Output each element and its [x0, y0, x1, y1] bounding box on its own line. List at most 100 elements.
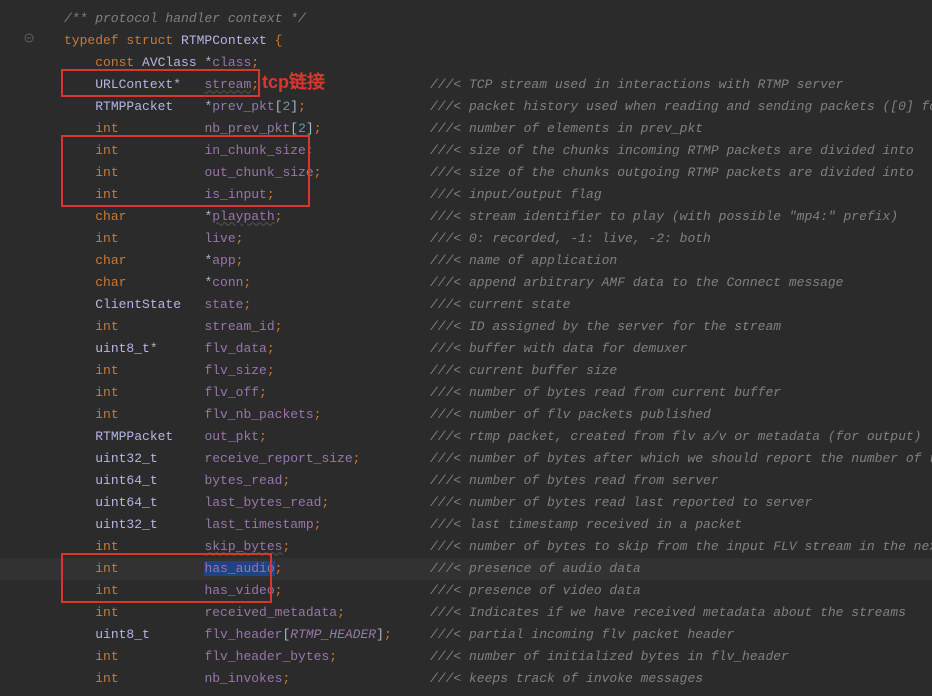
code-token: URLContext: [95, 77, 173, 92]
line-comment: ///< stream identifier to play (with pos…: [430, 206, 898, 228]
code-line[interactable]: uint8_t* flv_data;///< buffer with data …: [20, 338, 932, 360]
code-line[interactable]: int is_input;///< input/output flag: [20, 184, 932, 206]
code-token: live: [204, 231, 235, 246]
code-line[interactable]: int flv_nb_packets;///< number of flv pa…: [20, 404, 932, 426]
code-line[interactable]: uint64_t last_bytes_read;///< number of …: [20, 492, 932, 514]
code-line[interactable]: char *playpath;///< stream identifier to…: [20, 206, 932, 228]
code-token: int: [95, 407, 204, 422]
code-token: stream_id: [204, 319, 274, 334]
code-token: in_chunk_size: [204, 143, 305, 158]
code-line[interactable]: uint32_t receive_report_size;///< number…: [20, 448, 932, 470]
code-token: ;: [314, 517, 322, 532]
code-line[interactable]: /** protocol handler context */: [20, 8, 932, 30]
code-token: stream: [204, 77, 251, 92]
line-comment: ///< size of the chunks outgoing RTMP pa…: [430, 162, 914, 184]
code-line[interactable]: URLContext* stream;///< TCP stream used …: [20, 74, 932, 96]
code-line[interactable]: char *app;///< name of application: [20, 250, 932, 272]
code-token: uint8_t: [95, 341, 150, 356]
code-token: ]: [290, 99, 298, 114]
code-token: ;: [275, 319, 283, 334]
code-line[interactable]: int flv_header_bytes;///< number of init…: [20, 646, 932, 668]
code-token: has_video: [204, 583, 274, 598]
code-token: ;: [306, 143, 314, 158]
code-token: ;: [243, 275, 251, 290]
code-token: struct: [126, 33, 181, 48]
code-line[interactable]: RTMPPacket out_pkt;///< rtmp packet, cre…: [20, 426, 932, 448]
code-token: flv_header: [204, 627, 282, 642]
code-token: int: [95, 385, 204, 400]
code-token: is_input: [204, 187, 266, 202]
line-comment: ///< number of elements in prev_pkt: [430, 118, 703, 140]
code-token: nb_prev_pkt: [204, 121, 290, 136]
code-token: ;: [384, 627, 392, 642]
code-line[interactable]: int flv_size;///< current buffer size: [20, 360, 932, 382]
code-line[interactable]: typedef struct RTMPContext {: [20, 30, 932, 52]
code-line[interactable]: int skip_bytes;///< number of bytes to s…: [20, 536, 932, 558]
code-line[interactable]: int nb_invokes;///< keeps track of invok…: [20, 668, 932, 690]
code-line[interactable]: uint64_t bytes_read;///< number of bytes…: [20, 470, 932, 492]
code-token: last_timestamp: [204, 517, 313, 532]
code-token: ;: [321, 495, 329, 510]
code-token: received_metadata: [204, 605, 337, 620]
code-line[interactable]: int nb_prev_pkt[2];///< number of elemen…: [20, 118, 932, 140]
line-comment: ///< current buffer size: [430, 360, 617, 382]
code-editor[interactable]: tcp链接 /** protocol handler context */typ…: [0, 0, 932, 690]
code-token: uint32_t: [95, 451, 204, 466]
code-token: ;: [236, 231, 244, 246]
code-token: ;: [267, 341, 275, 356]
code-token: ;: [314, 165, 322, 180]
code-line[interactable]: int out_chunk_size;///< size of the chun…: [20, 162, 932, 184]
code-token: ;: [259, 429, 267, 444]
code-token: ;: [282, 539, 290, 554]
code-line[interactable]: int has_audio;///< presence of audio dat…: [20, 558, 932, 580]
code-token: out_pkt: [204, 429, 259, 444]
line-comment: ///< number of bytes to skip from the in…: [430, 536, 932, 558]
code-line[interactable]: int flv_off;///< number of bytes read fr…: [20, 382, 932, 404]
line-comment: ///< 0: recorded, -1: live, -2: both: [430, 228, 711, 250]
code-line[interactable]: uint32_t last_timestamp; ///< last timest…: [20, 514, 932, 536]
code-line[interactable]: RTMPPacket *prev_pkt[2];///< packet hist…: [20, 96, 932, 118]
code-token: uint32_t: [95, 517, 204, 532]
line-comment: ///< rtmp packet, created from flv a/v o…: [430, 426, 921, 448]
line-comment: ///< number of bytes after which we shou…: [430, 448, 932, 470]
line-comment: ///< TCP stream used in interactions wit…: [430, 74, 843, 96]
code-token: ;: [275, 209, 283, 224]
code-token: uint64_t: [95, 495, 204, 510]
line-comment: ///< input/output flag: [430, 184, 602, 206]
code-token: RTMPContext: [181, 33, 275, 48]
line-comment: ///< size of the chunks incoming RTMP pa…: [430, 140, 914, 162]
code-token: char: [95, 253, 204, 268]
code-line[interactable]: int stream_id;///< ID assigned by the se…: [20, 316, 932, 338]
code-line[interactable]: int has_video;///< presence of video dat…: [20, 580, 932, 602]
code-line[interactable]: int in_chunk_size; ///< size of the chunk…: [20, 140, 932, 162]
code-token: ;: [329, 649, 337, 664]
code-line[interactable]: int received_metadata;///< Indicates if …: [20, 602, 932, 624]
code-token: int: [95, 539, 204, 554]
code-line[interactable]: const AVClass *class;: [20, 52, 932, 74]
code-token: int: [95, 143, 204, 158]
code-token: ;: [275, 583, 283, 598]
code-token: ;: [314, 407, 322, 422]
code-token: int: [95, 319, 204, 334]
code-line[interactable]: ClientState state;///< current state: [20, 294, 932, 316]
code-token: 2: [298, 121, 306, 136]
code-token: flv_data: [204, 341, 266, 356]
code-token: int: [95, 649, 204, 664]
fold-toggle-icon[interactable]: [24, 33, 38, 47]
code-line[interactable]: char *conn;///< append arbitrary AMF dat…: [20, 272, 932, 294]
code-token: int: [95, 121, 204, 136]
line-comment: ///< last timestamp received in a packet: [430, 514, 742, 536]
code-token: nb_invokes: [204, 671, 282, 686]
code-token: uint64_t: [95, 473, 204, 488]
code-line[interactable]: int live;///< 0: recorded, -1: live, -2:…: [20, 228, 932, 250]
code-token: int: [95, 605, 204, 620]
code-token: [: [290, 121, 298, 136]
code-line[interactable]: uint8_t flv_header[RTMP_HEADER];///< par…: [20, 624, 932, 646]
code-token: out_chunk_size: [204, 165, 313, 180]
code-token: ;: [236, 253, 244, 268]
code-token: char: [95, 275, 204, 290]
code-token: bytes_read: [204, 473, 282, 488]
line-comment: ///< presence of audio data: [430, 558, 641, 580]
code-token: ;: [337, 605, 345, 620]
code-token: int: [95, 561, 204, 576]
